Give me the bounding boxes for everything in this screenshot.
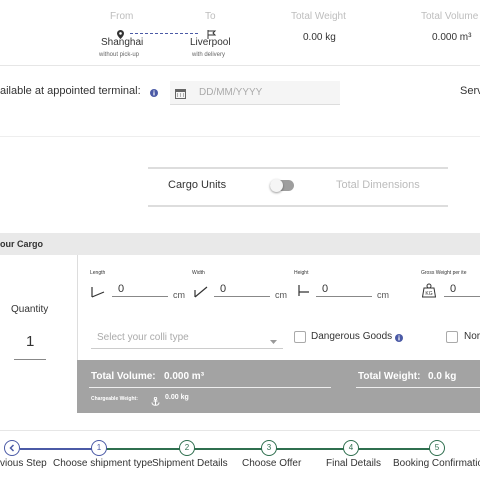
step-5-label[interactable]: Booking Confirmation — [393, 458, 480, 469]
step-4-circle[interactable]: 4 — [343, 440, 359, 456]
anchor-icon — [151, 393, 160, 411]
height-value: 0 — [322, 283, 329, 295]
gross-weight-input[interactable]: 0 — [444, 283, 480, 297]
step-connector-2 — [190, 448, 264, 450]
chargeable-weight-label: Chargeable Weight: — [91, 396, 138, 402]
colli-type-placeholder: Select your colli type — [97, 332, 189, 343]
route-line — [130, 33, 198, 34]
non-stackable-checkbox[interactable] — [446, 331, 458, 343]
width-unit: cm — [275, 290, 287, 300]
to-city: Liverpool — [190, 37, 231, 48]
date-placeholder: DD/MM/YYYY — [199, 87, 263, 98]
units-toggle[interactable] — [270, 179, 294, 192]
step-1-label[interactable]: Choose shipment type — [53, 458, 153, 469]
dangerous-goods-info-icon[interactable] — [395, 329, 403, 347]
step-connector-4 — [354, 448, 430, 450]
step-3-circle[interactable]: 3 — [261, 440, 277, 456]
from-label: From — [110, 11, 134, 22]
dropdown-arrow-icon — [270, 336, 277, 347]
step-5-number: 5 — [434, 443, 440, 452]
width-input[interactable]: 0 — [214, 283, 270, 297]
chargeable-weight-value: 0.00 kg — [165, 394, 189, 401]
services-label: Serv — [460, 85, 480, 97]
colli-type-select[interactable]: Select your colli type — [91, 326, 283, 349]
step-connector-3 — [272, 448, 346, 450]
date-input[interactable]: DD/MM/YYYY — [170, 81, 340, 105]
cargo-units-label[interactable]: Cargo Units — [168, 179, 226, 191]
height-input[interactable]: 0 — [316, 283, 372, 297]
height-unit: cm — [377, 290, 389, 300]
step-1-circle[interactable]: 1 — [91, 440, 107, 456]
total-volume-label: Total Volume — [421, 11, 479, 22]
height-dimension-icon — [296, 284, 310, 302]
shipment-summary-header: From To Total Weight Total Volume Shangh… — [0, 0, 480, 66]
colli-total-weight-value: 0.0 kg — [428, 371, 457, 382]
total-volume-value: 0.000 m³ — [432, 32, 472, 43]
width-dimension-icon — [194, 285, 208, 303]
to-sub: with delivery — [192, 52, 226, 58]
previous-step-label[interactable]: vious Step — [0, 458, 47, 469]
info-icon[interactable] — [150, 84, 158, 102]
step-2-circle[interactable]: 2 — [179, 440, 195, 456]
step-4-number: 4 — [348, 443, 354, 452]
weight-underline — [356, 387, 480, 388]
total-weight-value: 0.00 kg — [303, 32, 336, 43]
quantity-label: Quantity — [11, 304, 49, 315]
total-weight-label: Total Weight — [291, 11, 346, 22]
quantity-underline — [14, 359, 46, 360]
colli-total-volume-label: Total Volume: — [91, 371, 156, 382]
availability-label: ailable at appointed terminal: — [0, 85, 141, 97]
gross-weight-label: Gross Weight per ite — [421, 270, 467, 276]
width-value: 0 — [220, 283, 227, 295]
step-5-circle[interactable]: 5 — [429, 440, 445, 456]
toggle-knob — [270, 179, 283, 192]
step-2-label[interactable]: Shipment Details — [152, 458, 228, 469]
quantity-input[interactable]: 1 — [26, 333, 34, 350]
step-connector-1 — [106, 448, 182, 450]
step-3-number: 3 — [266, 443, 272, 452]
colli-total-weight-label: Total Weight: — [358, 371, 421, 382]
dangerous-goods-label: Dangerous Goods — [311, 331, 393, 342]
from-city: Shanghai — [101, 37, 144, 48]
step-2-number: 2 — [184, 443, 190, 452]
length-dimension-icon — [91, 285, 105, 303]
cargo-section-header: our Cargo — [0, 233, 480, 255]
step-1-number: 1 — [96, 443, 102, 452]
total-dimensions-label[interactable]: Total Dimensions — [336, 179, 420, 191]
chevron-left-icon — [9, 444, 15, 452]
length-label: Length — [90, 270, 106, 276]
cargo-section-title: our Cargo — [0, 239, 44, 249]
height-label: Height — [294, 270, 309, 276]
step-4-label[interactable]: Final Details — [326, 458, 381, 469]
weight-icon: KG — [421, 283, 437, 303]
length-unit: cm — [173, 290, 185, 300]
calendar-icon[interactable] — [175, 86, 186, 104]
booking-stepper — [0, 430, 480, 481]
colli-totals: Total Volume: 0.000 m³ Total Weight: 0.0… — [77, 360, 480, 413]
colli-total-volume-value: 0.000 m³ — [164, 371, 205, 382]
step-3-label[interactable]: Choose Offer — [242, 458, 301, 469]
dangerous-goods-checkbox[interactable] — [294, 331, 306, 343]
previous-step-button[interactable] — [4, 440, 20, 456]
step-connector-0 — [20, 448, 102, 450]
weight-icon-text: KG — [425, 291, 432, 297]
to-label: To — [205, 11, 216, 22]
from-sub: without pick-up — [99, 52, 140, 58]
non-stackable-label: Nor — [464, 331, 480, 342]
width-label: Width — [192, 270, 205, 276]
length-input[interactable]: 0 — [112, 283, 168, 297]
volume-underline — [89, 387, 331, 388]
gross-weight-value: 0 — [450, 283, 457, 295]
length-value: 0 — [118, 283, 125, 295]
